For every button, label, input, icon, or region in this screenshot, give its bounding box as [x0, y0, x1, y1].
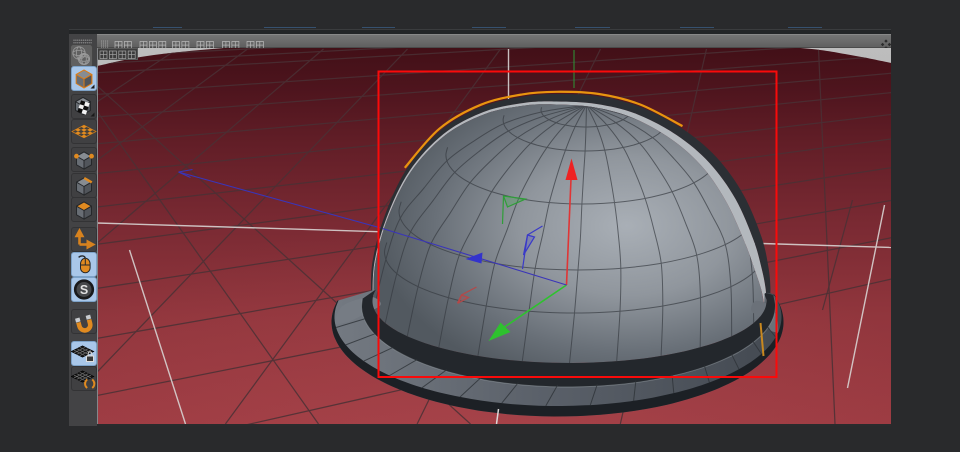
svg-text:S: S	[79, 283, 87, 297]
